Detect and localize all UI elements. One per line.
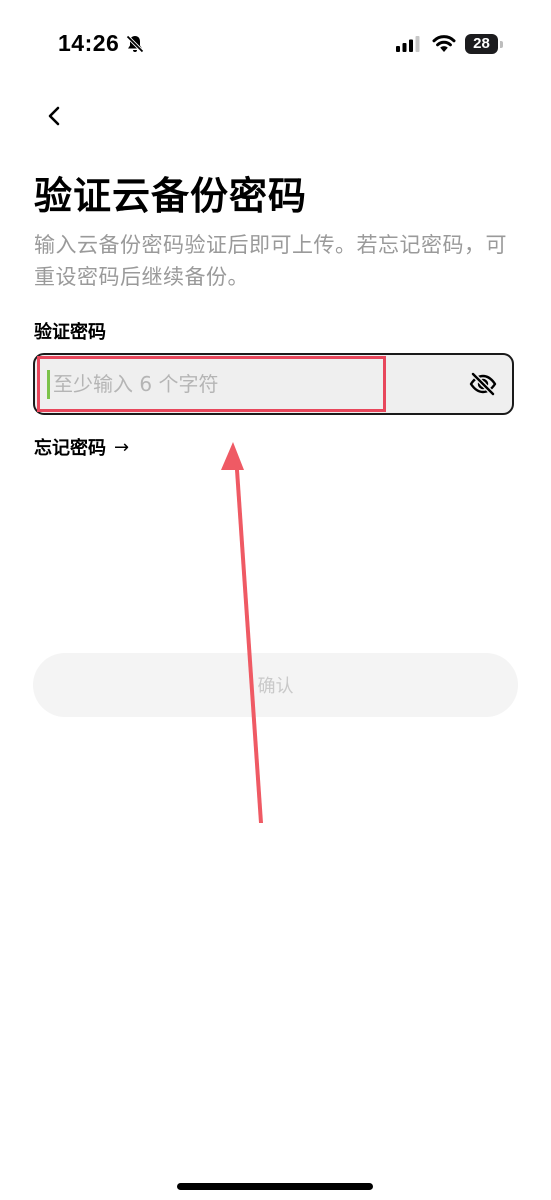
back-button[interactable] [36, 98, 72, 134]
forgot-password-link[interactable]: 忘记密码 → [34, 434, 129, 460]
visibility-toggle[interactable] [468, 369, 498, 399]
status-time: 14:26 [58, 30, 120, 56]
arrow-right-icon: → [114, 436, 130, 458]
password-input[interactable] [41, 359, 381, 409]
confirm-button[interactable]: 确认 [33, 653, 518, 717]
field-label: 验证密码 [34, 322, 106, 343]
battery-icon: 28 [465, 34, 503, 55]
chevron-left-icon [48, 106, 60, 126]
wifi-icon [432, 35, 456, 52]
forgot-password-label: 忘记密码 [34, 438, 106, 459]
bell-slash-icon [126, 35, 144, 53]
page-description: 输入云备份密码验证后即可上传。若忘记密码，可重设密码后继续备份。 [34, 233, 507, 289]
home-indicator [177, 1183, 373, 1190]
password-field[interactable] [33, 353, 514, 415]
battery-level: 28 [473, 35, 490, 52]
status-bar: 14:26 28 [0, 0, 551, 90]
eye-off-icon [469, 372, 497, 396]
page-title: 验证云备份密码 [34, 174, 308, 218]
cellular-signal-icon [396, 36, 420, 52]
